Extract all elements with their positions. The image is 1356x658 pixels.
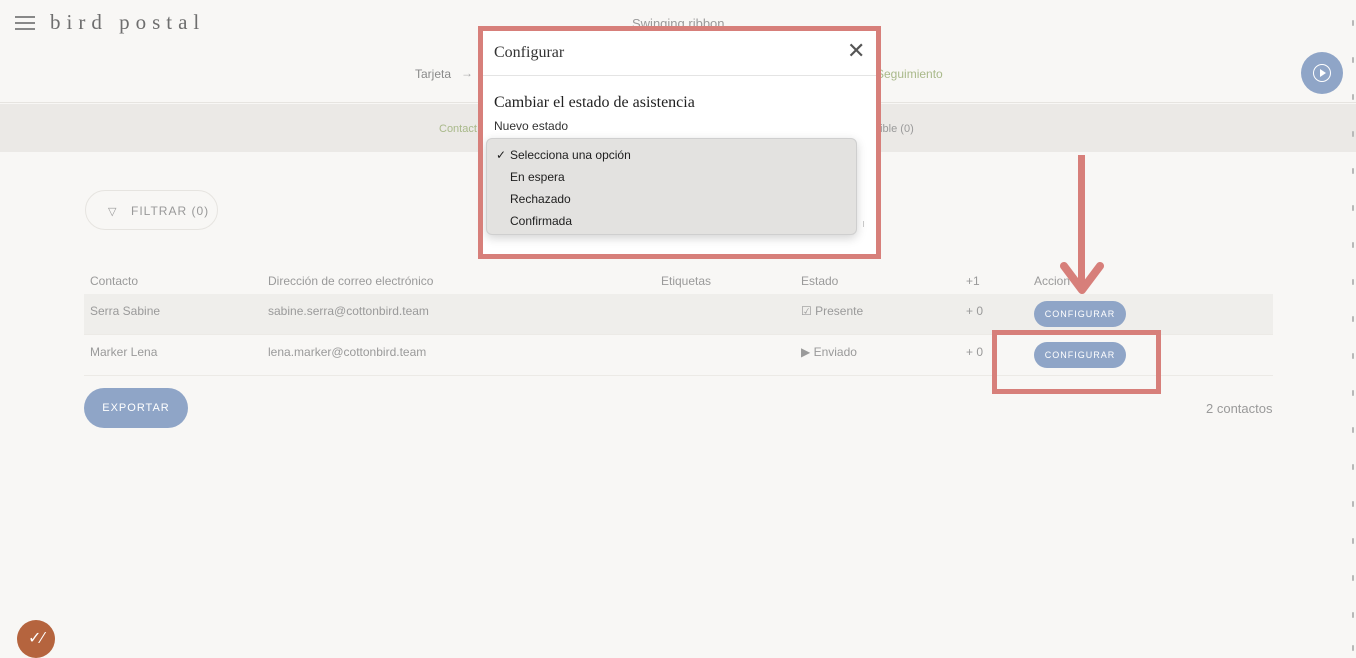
contact-email: lena.marker@cottonbird.team — [268, 345, 427, 359]
app-logo[interactable]: bird postal — [50, 10, 205, 35]
header-state: Estado — [801, 274, 839, 288]
annotation-arrow-head-icon — [1060, 262, 1104, 294]
help-chat-icon[interactable]: ✓⁄ — [17, 620, 55, 658]
header-plus: +1 — [966, 274, 980, 288]
table-row: Serra Sabine sabine.serra@cottonbird.tea… — [84, 294, 1273, 335]
attendance-state: ▶ Enviado — [801, 345, 857, 359]
filter-button[interactable]: ▽ FILTRAR (0) — [85, 190, 218, 230]
configure-button[interactable]: CONFIGURAR — [1034, 301, 1126, 327]
header-tags: Etiquetas — [661, 274, 712, 288]
step-seguimiento[interactable]: Seguimiento — [876, 67, 943, 81]
step-tarjeta[interactable]: Tarjeta — [415, 67, 451, 81]
header-contact: Contacto — [90, 274, 139, 288]
step-arrow-icon: → — [461, 66, 473, 80]
page-scroll-indicator — [1351, 0, 1356, 658]
header-email: Dirección de correo electrónico — [268, 274, 434, 288]
filter-funnel-icon: ▽ — [108, 206, 117, 218]
export-button[interactable]: EXPORTAR — [84, 388, 188, 428]
attendance-state: ☑ Presente — [801, 304, 864, 318]
annotation-highlight-modal — [478, 26, 881, 259]
annotation-highlight-button — [992, 330, 1161, 394]
tab-contacts[interactable]: Contact — [439, 123, 477, 135]
contacts-count: 2 contactos — [1206, 401, 1273, 416]
contact-email: sabine.serra@cottonbird.team — [268, 304, 429, 318]
plus-count: + 0 — [966, 345, 984, 359]
preview-play-button[interactable] — [1301, 52, 1343, 94]
hamburger-menu-icon[interactable] — [15, 16, 35, 30]
contact-name: Marker Lena — [90, 345, 158, 359]
contact-name: Serra Sabine — [90, 304, 161, 318]
plus-count: + 0 — [966, 304, 984, 318]
filter-label: FILTRAR (0) — [131, 204, 210, 218]
